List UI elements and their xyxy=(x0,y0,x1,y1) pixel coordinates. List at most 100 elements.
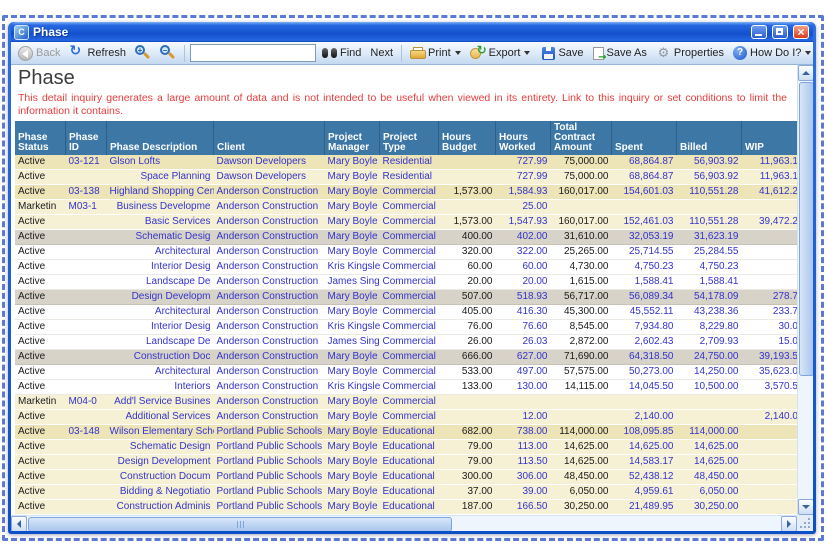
cell-wip[interactable]: 30.00 xyxy=(742,320,798,335)
cell-type[interactable]: Educational xyxy=(380,500,439,515)
cell-pm[interactable]: Mary Boyle xyxy=(325,410,380,425)
cell-desc[interactable]: Design Development xyxy=(107,455,214,470)
cell-type[interactable]: Commercial xyxy=(380,290,439,305)
cell-spent[interactable]: 50,273.00 xyxy=(612,365,677,380)
cell-billed[interactable]: 43,238.36 xyxy=(677,305,742,320)
cell-worked[interactable]: 1,584.93 xyxy=(496,185,551,200)
table-row[interactable]: ActiveArchitecturalAnderson Construction… xyxy=(15,365,797,380)
cell-client[interactable]: Anderson Construction xyxy=(214,305,325,320)
column-header-worked[interactable]: Hours Worked xyxy=(496,121,551,155)
cell-worked[interactable]: 738.00 xyxy=(496,425,551,440)
zoom-out-button[interactable] xyxy=(157,44,179,62)
cell-billed[interactable]: 30,250.00 xyxy=(677,500,742,515)
cell-pm[interactable]: Mary Boyle xyxy=(325,215,380,230)
cell-type[interactable]: Commercial xyxy=(380,380,439,395)
cell-worked[interactable]: 113.50 xyxy=(496,455,551,470)
cell-client[interactable]: Anderson Construction xyxy=(214,245,325,260)
cell-worked[interactable]: 322.00 xyxy=(496,245,551,260)
resize-grip[interactable] xyxy=(797,515,813,531)
cell-spent[interactable]: 14,045.50 xyxy=(612,380,677,395)
cell-billed[interactable]: 114,000.00 xyxy=(677,425,742,440)
cell-wip[interactable]: 39,193.50 xyxy=(742,350,798,365)
cell-billed[interactable]: 56,903.92 xyxy=(677,155,742,170)
cell-client[interactable]: Portland Public Schools xyxy=(214,425,325,440)
cell-pm[interactable]: James Sing xyxy=(325,335,380,350)
cell-billed[interactable]: 56,903.92 xyxy=(677,170,742,185)
table-row[interactable]: ActiveLandscape DeAnderson ConstructionJ… xyxy=(15,335,797,350)
horizontal-scrollbar[interactable] xyxy=(11,515,797,531)
cell-spent[interactable]: 32,053.19 xyxy=(612,230,677,245)
cell-pm[interactable]: Kris Kingsle xyxy=(325,260,380,275)
next-button[interactable]: Next xyxy=(367,46,396,60)
scroll-right-button[interactable] xyxy=(781,516,797,531)
cell-desc[interactable]: Design Developm xyxy=(107,290,214,305)
cell-type[interactable]: Educational xyxy=(380,440,439,455)
cell-client[interactable]: Anderson Construction xyxy=(214,350,325,365)
cell-billed[interactable]: 8,229.80 xyxy=(677,320,742,335)
cell-pm[interactable]: Mary Boyle xyxy=(325,455,380,470)
table-row[interactable]: ActiveSchematic DesigAnderson Constructi… xyxy=(15,230,797,245)
cell-client[interactable]: Portland Public Schools xyxy=(214,455,325,470)
cell-desc[interactable]: Architectural xyxy=(107,305,214,320)
cell-spent[interactable]: 108,095.85 xyxy=(612,425,677,440)
cell-type[interactable]: Commercial xyxy=(380,260,439,275)
print-button[interactable]: Print xyxy=(407,46,464,60)
cell-desc[interactable]: Business Developme xyxy=(107,200,214,215)
cell-pm[interactable]: Mary Boyle xyxy=(325,485,380,500)
cell-pm[interactable]: Mary Boyle xyxy=(325,230,380,245)
maximize-button[interactable] xyxy=(772,25,788,39)
cell-billed[interactable]: 2,709.93 xyxy=(677,335,742,350)
cell-type[interactable]: Commercial xyxy=(380,365,439,380)
cell-type[interactable]: Commercial xyxy=(380,395,439,410)
cell-spent[interactable]: 45,552.11 xyxy=(612,305,677,320)
cell-type[interactable]: Commercial xyxy=(380,335,439,350)
cell-desc[interactable]: Schematic Desig xyxy=(107,230,214,245)
cell-billed[interactable]: 54,178.09 xyxy=(677,290,742,305)
cell-desc[interactable]: Schematic Design xyxy=(107,440,214,455)
cell-desc[interactable]: Glson Lofts xyxy=(107,155,214,170)
cell-desc[interactable]: Bidding & Negotiatio xyxy=(107,485,214,500)
column-header-budget[interactable]: Hours Budget xyxy=(439,121,496,155)
cell-spent[interactable]: 4,959.61 xyxy=(612,485,677,500)
cell-desc[interactable]: Basic Services xyxy=(107,215,214,230)
cell-worked[interactable]: 12.00 xyxy=(496,410,551,425)
cell-desc[interactable]: Landscape De xyxy=(107,275,214,290)
cell-client[interactable]: Anderson Construction xyxy=(214,365,325,380)
cell-spent[interactable]: 14,583.17 xyxy=(612,455,677,470)
cell-client[interactable]: Anderson Construction xyxy=(214,200,325,215)
table-row[interactable]: Active03-121Glson LoftsDawson Developers… xyxy=(15,155,797,170)
cell-spent[interactable]: 56,089.34 xyxy=(612,290,677,305)
cell-wip[interactable]: 278.75 xyxy=(742,290,798,305)
cell-desc[interactable]: Construction Adminis xyxy=(107,500,214,515)
cell-client[interactable]: Dawson Developers xyxy=(214,155,325,170)
table-row[interactable]: ActiveInterior DesigAnderson Constructio… xyxy=(15,260,797,275)
cell-client[interactable]: Portland Public Schools xyxy=(214,470,325,485)
cell-client[interactable]: Portland Public Schools xyxy=(214,485,325,500)
cell-worked[interactable]: 627.00 xyxy=(496,350,551,365)
cell-spent[interactable]: 152,461.03 xyxy=(612,215,677,230)
cell-client[interactable]: Anderson Construction xyxy=(214,395,325,410)
table-row[interactable]: ActiveConstruction AdminisPortland Publi… xyxy=(15,500,797,515)
cell-worked[interactable]: 39.00 xyxy=(496,485,551,500)
cell-desc[interactable]: Add'l Service Busines xyxy=(107,395,214,410)
cell-type[interactable]: Commercial xyxy=(380,200,439,215)
cell-pm[interactable]: Kris Kingsle xyxy=(325,320,380,335)
cell-pm[interactable]: Mary Boyle xyxy=(325,350,380,365)
table-row[interactable]: ActiveArchitecturalAnderson Construction… xyxy=(15,245,797,260)
cell-id[interactable]: 03-121 xyxy=(66,155,107,170)
how-do-i-button[interactable]: How Do I? xyxy=(730,45,813,61)
cell-type[interactable]: Educational xyxy=(380,485,439,500)
cell-desc[interactable]: Architectural xyxy=(107,365,214,380)
cell-worked[interactable]: 60.00 xyxy=(496,260,551,275)
cell-pm[interactable]: Mary Boyle xyxy=(325,500,380,515)
close-button[interactable] xyxy=(793,25,809,39)
cell-id[interactable]: M03-1 xyxy=(66,200,107,215)
cell-worked[interactable]: 727.99 xyxy=(496,170,551,185)
zoom-in-button[interactable] xyxy=(132,44,154,62)
cell-type[interactable]: Commercial xyxy=(380,320,439,335)
column-header-contract[interactable]: Total Contract Amount xyxy=(551,121,612,155)
cell-pm[interactable]: Mary Boyle xyxy=(325,305,380,320)
table-row[interactable]: ActiveBasic ServicesAnderson Constructio… xyxy=(15,215,797,230)
cell-desc[interactable]: Interiors xyxy=(107,380,214,395)
cell-spent[interactable]: 14,625.00 xyxy=(612,440,677,455)
